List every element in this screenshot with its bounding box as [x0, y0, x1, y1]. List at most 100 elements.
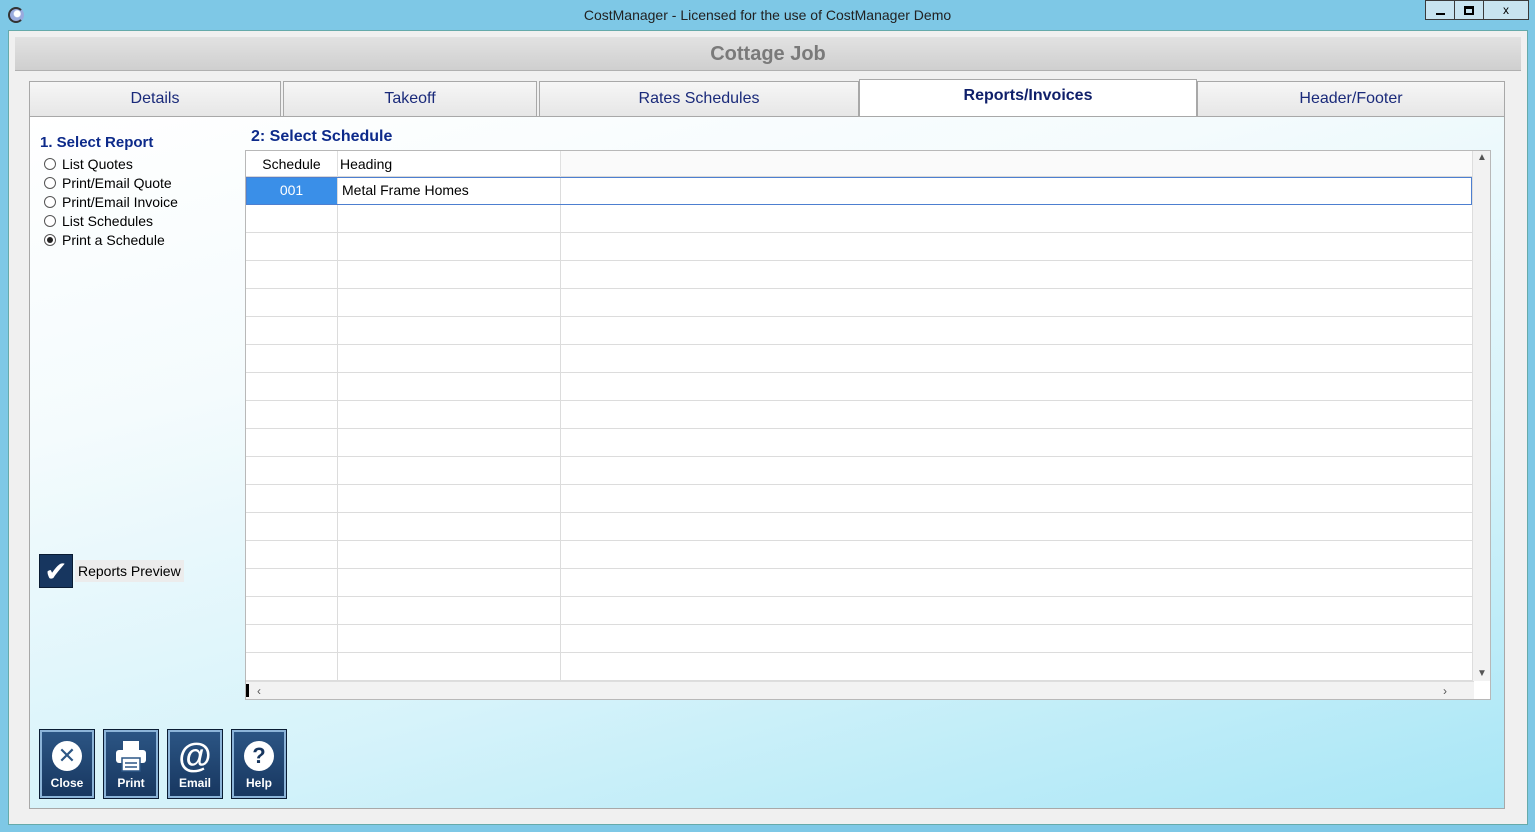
scroll-right-icon[interactable]: ›	[1438, 683, 1452, 699]
reports-preview-label: Reports Preview	[75, 560, 184, 582]
horizontal-scrollbar[interactable]: ‹ ›	[246, 681, 1474, 699]
radio-list-quotes[interactable]: List Quotes	[44, 155, 133, 173]
empty-table-row[interactable]	[246, 373, 1472, 401]
table-row[interactable]: 001 Metal Frame Homes	[246, 177, 1472, 205]
print-button[interactable]: Print	[103, 729, 159, 799]
scroll-left-icon[interactable]: ‹	[252, 683, 266, 699]
schedule-cell[interactable]	[246, 541, 338, 569]
empty-table-row[interactable]	[246, 485, 1472, 513]
empty-table-row[interactable]	[246, 429, 1472, 457]
minimize-button[interactable]	[1425, 0, 1455, 20]
heading-cell[interactable]	[338, 597, 561, 625]
email-button-label: Email	[178, 776, 211, 790]
empty-table-row[interactable]	[246, 317, 1472, 345]
heading-cell[interactable]	[338, 569, 561, 597]
radio-print-email-invoice[interactable]: Print/Email Invoice	[44, 193, 178, 211]
radio-button[interactable]	[44, 177, 56, 189]
schedule-cell[interactable]	[246, 401, 338, 429]
close-button[interactable]: ✕ Close	[39, 729, 95, 799]
heading-cell[interactable]	[338, 289, 561, 317]
help-button[interactable]: ? Help	[231, 729, 287, 799]
title-bar[interactable]: CostManager - Licensed for the use of Co…	[0, 0, 1535, 30]
heading-cell[interactable]	[338, 541, 561, 569]
empty-table-row[interactable]	[246, 597, 1472, 625]
heading-cell[interactable]	[338, 653, 561, 681]
tab-takeoff[interactable]: Takeoff	[283, 81, 537, 117]
schedule-cell[interactable]	[246, 205, 338, 233]
radio-button-checked[interactable]	[44, 234, 56, 246]
radio-label: List Schedules	[62, 213, 154, 229]
close-icon: x	[1503, 3, 1509, 17]
filler-cell	[561, 513, 1472, 540]
heading-cell[interactable]	[338, 345, 561, 373]
schedule-cell[interactable]	[246, 625, 338, 653]
heading-cell[interactable]: Metal Frame Homes	[338, 177, 561, 205]
filler-cell	[561, 177, 1472, 204]
heading-cell[interactable]	[338, 233, 561, 261]
scroll-up-icon[interactable]: ▲	[1473, 151, 1491, 165]
empty-table-row[interactable]	[246, 261, 1472, 289]
schedule-cell[interactable]	[246, 457, 338, 485]
radio-button[interactable]	[44, 158, 56, 170]
heading-cell[interactable]	[338, 373, 561, 401]
empty-table-row[interactable]	[246, 289, 1472, 317]
email-button[interactable]: @ Email	[167, 729, 223, 799]
heading-cell[interactable]	[338, 485, 561, 513]
heading-cell[interactable]	[338, 317, 561, 345]
heading-cell[interactable]	[338, 205, 561, 233]
tab-label: Header/Footer	[1299, 90, 1403, 107]
schedule-cell[interactable]	[246, 345, 338, 373]
filler-cell	[561, 261, 1472, 288]
heading-cell[interactable]	[338, 457, 561, 485]
empty-table-row[interactable]	[246, 625, 1472, 653]
heading-cell[interactable]	[338, 261, 561, 289]
heading-cell[interactable]	[338, 429, 561, 457]
schedule-cell[interactable]	[246, 513, 338, 541]
schedule-cell[interactable]	[246, 233, 338, 261]
heading-cell[interactable]	[338, 513, 561, 541]
radio-print-email-quote[interactable]: Print/Email Quote	[44, 174, 172, 192]
schedule-cell[interactable]	[246, 569, 338, 597]
column-header-heading[interactable]: Heading	[338, 151, 561, 177]
empty-table-row[interactable]	[246, 345, 1472, 373]
schedule-cell[interactable]: 001	[246, 177, 338, 205]
schedule-cell[interactable]	[246, 317, 338, 345]
column-header-filler	[561, 151, 1472, 176]
schedule-cell[interactable]	[246, 289, 338, 317]
tab-rates-schedules[interactable]: Rates Schedules	[539, 81, 859, 117]
vertical-scrollbar[interactable]: ▲ ▼	[1472, 151, 1490, 681]
grid-header: Schedule Heading	[246, 151, 1472, 177]
empty-table-row[interactable]	[246, 233, 1472, 261]
maximize-button[interactable]	[1454, 0, 1484, 20]
heading-cell[interactable]	[338, 625, 561, 653]
filler-cell	[561, 233, 1472, 260]
schedule-cell[interactable]	[246, 597, 338, 625]
schedule-cell[interactable]	[246, 373, 338, 401]
empty-table-row[interactable]	[246, 653, 1472, 681]
schedule-cell[interactable]	[246, 653, 338, 681]
scroll-down-icon[interactable]: ▼	[1473, 667, 1491, 681]
heading-cell[interactable]	[338, 401, 561, 429]
radio-button[interactable]	[44, 215, 56, 227]
empty-table-row[interactable]	[246, 541, 1472, 569]
empty-table-row[interactable]	[246, 205, 1472, 233]
radio-print-a-schedule[interactable]: Print a Schedule	[44, 231, 165, 249]
schedule-grid[interactable]: Schedule Heading 001 Metal Frame Homes ▲ …	[245, 150, 1491, 700]
filler-cell	[561, 653, 1472, 680]
schedule-cell[interactable]	[246, 429, 338, 457]
close-window-button[interactable]: x	[1483, 0, 1529, 20]
empty-table-row[interactable]	[246, 569, 1472, 597]
tab-details[interactable]: Details	[29, 81, 281, 117]
empty-table-row[interactable]	[246, 513, 1472, 541]
schedule-cell[interactable]	[246, 485, 338, 513]
tab-reports-invoices[interactable]: Reports/Invoices	[859, 79, 1197, 117]
tab-header-footer[interactable]: Header/Footer	[1197, 81, 1505, 117]
empty-table-row[interactable]	[246, 457, 1472, 485]
column-header-schedule[interactable]: Schedule	[246, 151, 338, 177]
reports-preview-toggle[interactable]: ✔ Reports Preview	[39, 554, 184, 588]
schedule-cell[interactable]	[246, 261, 338, 289]
empty-table-row[interactable]	[246, 401, 1472, 429]
radio-button[interactable]	[44, 196, 56, 208]
reports-preview-checkbox[interactable]: ✔	[39, 554, 73, 588]
radio-list-schedules[interactable]: List Schedules	[44, 212, 153, 230]
